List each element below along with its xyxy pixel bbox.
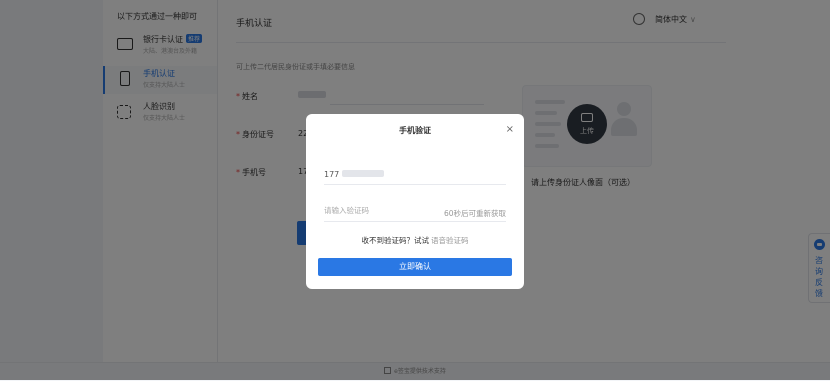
close-icon[interactable]: × <box>506 124 514 135</box>
masked-phone: 177 <box>324 170 385 179</box>
dialog-title: 手机验证 <box>399 126 431 135</box>
divider <box>324 184 506 185</box>
voice-code-link[interactable]: 语音验证码 <box>431 236 469 245</box>
confirm-button[interactable]: 立即确认 <box>318 258 512 276</box>
verification-code-input[interactable] <box>324 206 434 215</box>
no-code-hint: 收不到验证码？试试 语音验证码 <box>306 235 524 246</box>
phone-verify-dialog: 手机验证 × 177 60秒后可重新获取 收不到验证码？试试语音验证码 立即确认 <box>306 114 524 289</box>
phone-prefix: 177 <box>324 170 340 179</box>
masked-digits <box>342 170 385 177</box>
no-code-text: 收不到验证码？试试 <box>361 236 430 245</box>
resend-countdown: 60秒后可重新获取 <box>443 209 506 218</box>
divider <box>324 221 506 222</box>
